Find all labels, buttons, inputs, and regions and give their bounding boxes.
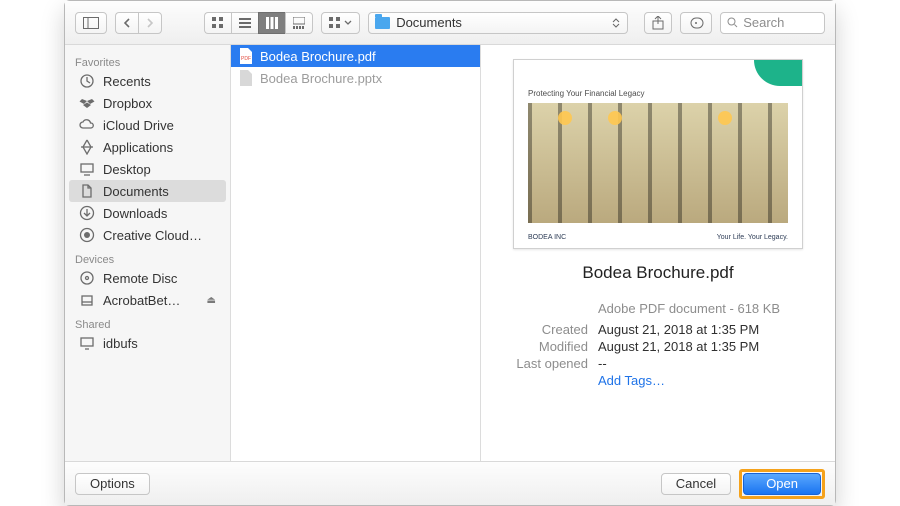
thumb-tagline: Your Life. Your Legacy. [717, 234, 788, 241]
sidebar-item-dropbox[interactable]: Dropbox [69, 92, 226, 114]
sidebar-item-label: Documents [103, 184, 169, 199]
svg-text:PDF: PDF [241, 56, 251, 62]
eject-icon[interactable]: ⏏ [207, 295, 216, 306]
file-column[interactable]: PDF Bodea Brochure.pdf Bodea Brochure.pptx [231, 45, 481, 461]
meta-modified-label: Modified [503, 339, 588, 354]
meta-modified-value: August 21, 2018 at 1:35 PM [598, 339, 813, 354]
body: Favorites Recents Dropbox iCloud Drive Appli… [65, 45, 835, 461]
dropbox-icon [79, 95, 95, 111]
file-row[interactable]: PDF Bodea Brochure.pdf [231, 45, 480, 67]
preview-metadata: Adobe PDF document - 618 KB Created Augu… [503, 301, 813, 388]
apps-icon [79, 139, 95, 155]
sidebar-item-label: idbufs [103, 336, 138, 351]
sidebar-item-applications[interactable]: Applications [69, 136, 226, 158]
cancel-button[interactable]: Cancel [661, 473, 731, 495]
sidebar-toggle-button[interactable] [75, 12, 107, 34]
creative-icon [79, 227, 95, 243]
sidebar-section-header: Favorites [65, 49, 230, 70]
folder-icon [375, 17, 390, 29]
view-list-button[interactable] [231, 12, 258, 34]
search-icon [727, 17, 738, 28]
disk-icon [79, 292, 95, 308]
arrange-dropdown[interactable] [321, 12, 360, 34]
back-button[interactable] [115, 12, 138, 34]
meta-lastopened-value: -- [598, 356, 813, 371]
meta-lastopened-label: Last opened [503, 356, 588, 371]
doc-icon [79, 183, 95, 199]
screen-icon [79, 335, 95, 351]
open-dialog: Documents Search Favorites Recents Dropbox… [64, 0, 836, 506]
sidebar-item-documents[interactable]: Documents [69, 180, 226, 202]
sidebar-item-creative-cloud[interactable]: Creative Cloud… [69, 224, 226, 246]
file-row: Bodea Brochure.pptx [231, 67, 480, 89]
sidebar-section-header: Shared [65, 311, 230, 332]
location-dropdown[interactable]: Documents [368, 12, 628, 34]
download-icon [79, 205, 95, 221]
pdf-icon: PDF [239, 48, 253, 64]
view-icons-button[interactable] [204, 12, 231, 34]
thumb-brand: BODEA INC [528, 234, 566, 241]
sidebar-item-label: Downloads [103, 206, 167, 221]
pptx-icon [239, 70, 253, 86]
sidebar-item-remote-disc[interactable]: Remote Disc [69, 267, 226, 289]
preview-thumbnail: Protecting Your Financial Legacy BODEA I… [513, 59, 803, 249]
sidebar-item-label: Applications [103, 140, 173, 155]
meta-created-label: Created [503, 322, 588, 337]
sidebar-item-label: Recents [103, 74, 151, 89]
desktop-icon [79, 161, 95, 177]
nav-group [115, 12, 162, 34]
add-tags-link[interactable]: Add Tags… [598, 373, 813, 388]
preview-filename: Bodea Brochure.pdf [582, 263, 733, 283]
sidebar-item-label: AcrobatBet… [103, 293, 180, 308]
view-columns-button[interactable] [258, 12, 285, 34]
chevron-updown-icon [611, 18, 621, 28]
open-button[interactable]: Open [743, 473, 821, 495]
forward-button[interactable] [138, 12, 162, 34]
file-name: Bodea Brochure.pptx [260, 71, 382, 86]
sidebar-item-downloads[interactable]: Downloads [69, 202, 226, 224]
dialog-footer: Options Cancel Open [65, 461, 835, 505]
sidebar-item-desktop[interactable]: Desktop [69, 158, 226, 180]
search-input[interactable]: Search [720, 12, 825, 34]
location-label: Documents [396, 15, 462, 30]
thumb-caption: Protecting Your Financial Legacy [514, 86, 802, 98]
sidebar-item-idbufs[interactable]: idbufs [69, 332, 226, 354]
toolbar: Documents Search [65, 1, 835, 45]
sidebar-item-label: Desktop [103, 162, 151, 177]
clock-icon [79, 73, 95, 89]
share-button[interactable] [644, 12, 672, 34]
sidebar-item-recents[interactable]: Recents [69, 70, 226, 92]
tags-button[interactable] [680, 12, 712, 34]
view-mode-group [204, 12, 313, 34]
sidebar-item-label: Creative Cloud… [103, 228, 202, 243]
sidebar-item-label: Dropbox [103, 96, 152, 111]
search-placeholder: Search [743, 15, 784, 30]
meta-kind: Adobe PDF document - 618 KB [598, 301, 813, 316]
cloud-icon [79, 117, 95, 133]
sidebar-item-label: Remote Disc [103, 271, 177, 286]
sidebar-item-label: iCloud Drive [103, 118, 174, 133]
file-name: Bodea Brochure.pdf [260, 49, 376, 64]
sidebar[interactable]: Favorites Recents Dropbox iCloud Drive Appli… [65, 45, 231, 461]
options-button[interactable]: Options [75, 473, 150, 495]
view-gallery-button[interactable] [285, 12, 313, 34]
disc-icon [79, 270, 95, 286]
sidebar-item-icloud-drive[interactable]: iCloud Drive [69, 114, 226, 136]
preview-pane: Protecting Your Financial Legacy BODEA I… [481, 45, 835, 461]
sidebar-section-header: Devices [65, 246, 230, 267]
sidebar-item-acrobatbet[interactable]: AcrobatBet… ⏏ [69, 289, 226, 311]
tutorial-highlight: Open [739, 469, 825, 499]
meta-created-value: August 21, 2018 at 1:35 PM [598, 322, 813, 337]
